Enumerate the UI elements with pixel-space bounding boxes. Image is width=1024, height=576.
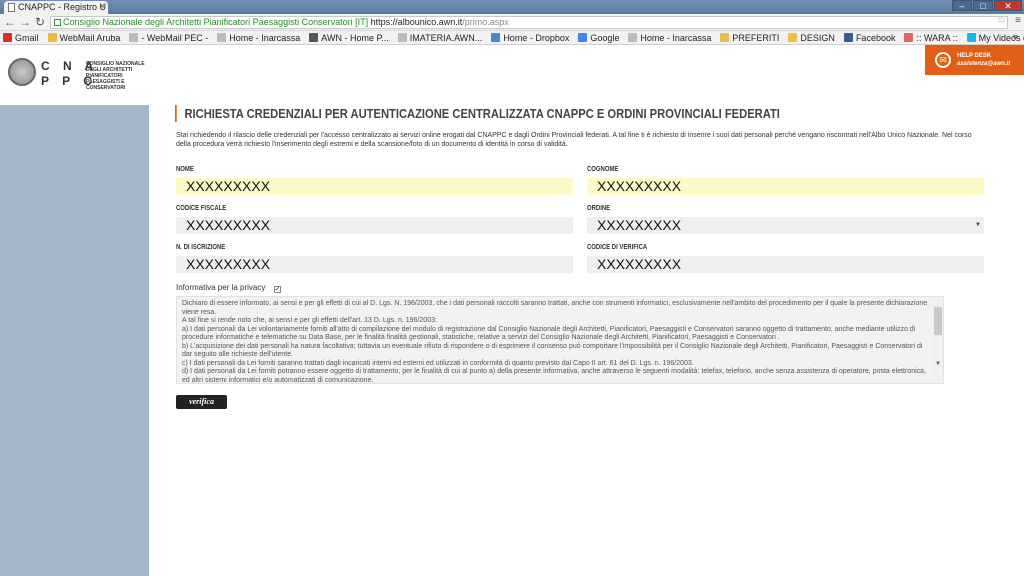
- bookmark-icon: [788, 33, 798, 42]
- bookmark-icon: [578, 33, 588, 42]
- bookmark-label: Home - Dropbox: [503, 32, 570, 43]
- bookmark-label: Google: [590, 32, 620, 43]
- scroll-down-icon[interactable]: ▼: [935, 361, 941, 367]
- bookmark-item[interactable]: AWN - Home P...: [309, 33, 389, 43]
- browser-tab[interactable]: CNAPPC - Registro U ×: [4, 1, 108, 14]
- nome-field[interactable]: XXXXXXXXX: [176, 178, 573, 195]
- bookmarks-bar: Gmail WebMail Aruba - WebMail PEC - Home - …: [0, 31, 1024, 45]
- bookmark-item[interactable]: Home - Inarcassa: [217, 33, 300, 43]
- privacy-paragraph: d) I dati personali da Lei forniti potra…: [182, 368, 926, 384]
- bookmark-label: Home - Inarcassa: [640, 32, 712, 43]
- cognome-label: COGNOME: [587, 166, 619, 173]
- url-host: https://albounico.awn.it: [370, 17, 463, 27]
- back-icon[interactable]: ←: [3, 15, 17, 29]
- browser-titlebar: CNAPPC - Registro U × – □ ✕: [0, 0, 1024, 14]
- bookmark-icon: [3, 33, 12, 42]
- bookmark-label: Gmail: [15, 32, 39, 43]
- bookmark-label: AWN - Home P...: [321, 32, 389, 43]
- browser-menu-icon[interactable]: ≡: [1015, 15, 1021, 26]
- codice-fiscale-field[interactable]: XXXXXXXXX: [176, 217, 573, 234]
- maximize-icon[interactable]: □: [973, 0, 993, 11]
- privacy-row: Informativa per la privacy ✓: [176, 283, 281, 293]
- bookmark-star-icon[interactable]: ☆: [997, 15, 1006, 26]
- scrollbar[interactable]: ▼: [933, 297, 943, 383]
- tab-close-icon[interactable]: ×: [100, 1, 105, 11]
- bookmark-icon: [628, 33, 638, 42]
- codice-verifica-field[interactable]: XXXXXXXXX: [587, 256, 984, 273]
- bookmark-icon: [720, 33, 730, 42]
- seal-icon: [8, 58, 36, 86]
- nome-label: NOME: [176, 166, 194, 173]
- verifica-button[interactable]: verifica: [176, 395, 227, 409]
- codice-fiscale-label: CODICE FISCALE: [176, 205, 227, 212]
- logo[interactable]: C N A P P C CONSIGLIO NAZIONALE DEGLI AR…: [0, 45, 149, 105]
- bookmark-icon: [904, 33, 914, 42]
- bookmark-icon: [309, 33, 319, 42]
- scrollbar-thumb[interactable]: [934, 307, 942, 335]
- bookmark-item[interactable]: DESIGN: [788, 33, 835, 43]
- bookmark-icon: [47, 33, 57, 42]
- bookmark-label: WebMail Aruba: [59, 32, 121, 43]
- bookmark-item[interactable]: IMATERIA.AWN...: [397, 32, 483, 43]
- bookmark-label: DESIGN: [800, 32, 835, 43]
- privacy-paragraph: A tal fine si rende noto che, ai sensi e…: [182, 317, 437, 324]
- window-close-icon[interactable]: ✕: [994, 0, 1022, 11]
- page-icon: [8, 3, 15, 12]
- bookmark-label: - WebMail PEC -: [141, 32, 209, 43]
- tab-title: CNAPPC - Registro U: [18, 2, 107, 12]
- bookmark-item[interactable]: Facebook: [843, 32, 896, 43]
- site-identity: Consiglio Nazionale degli Architetti Pia…: [63, 17, 369, 27]
- bookmark-icon: [491, 33, 501, 42]
- bookmark-item[interactable]: PREFERITI: [720, 33, 779, 43]
- bookmarks-more-icon[interactable]: »: [1013, 31, 1018, 41]
- privacy-textarea[interactable]: Dichiaro di essere informato, ai sensi e…: [176, 296, 944, 384]
- bookmark-icon: [217, 33, 227, 42]
- bookmark-item[interactable]: Gmail: [3, 33, 39, 43]
- sidebar: C N A P P C CONSIGLIO NAZIONALE DEGLI AR…: [0, 45, 149, 576]
- main-content: RICHIESTA CREDENZIALI PER AUTENTICAZIONE…: [149, 45, 1024, 576]
- minimize-icon[interactable]: –: [952, 0, 972, 11]
- window-controls: – □ ✕: [952, 0, 1022, 12]
- bookmark-icon: [966, 33, 976, 42]
- reload-icon[interactable]: ↻: [33, 15, 47, 29]
- bookmark-item[interactable]: - WebMail PEC -: [129, 33, 208, 43]
- ordine-label: ORDINE: [587, 205, 611, 212]
- privacy-paragraph: Dichiaro di essere informato, ai sensi e…: [182, 300, 928, 316]
- bookmark-label: :: WARA ::: [916, 32, 958, 43]
- bookmark-item[interactable]: WebMail Aruba: [47, 32, 121, 43]
- privacy-paragraph: a) I dati personali da Lei volontariamen…: [182, 325, 916, 342]
- iscrizione-label: N. DI ISCRIZIONE: [176, 244, 226, 251]
- codice-verifica-label: CODICE DI VERIFICA: [587, 244, 648, 251]
- bookmark-label: IMATERIA.AWN...: [409, 32, 483, 43]
- privacy-paragraph: c) I dati personali da Lei forniti saran…: [182, 359, 694, 367]
- ordine-select[interactable]: XXXXXXXXX ▼: [587, 217, 984, 234]
- iscrizione-field[interactable]: XXXXXXXXX: [176, 256, 573, 273]
- privacy-text: Dichiaro di essere informato, ai sensi e…: [182, 300, 930, 384]
- privacy-checkbox[interactable]: ✓: [273, 286, 281, 293]
- forward-icon[interactable]: →: [18, 15, 32, 29]
- page-title: RICHIESTA CREDENZIALI PER AUTENTICAZIONE…: [175, 105, 780, 122]
- bookmark-label: Facebook: [855, 32, 896, 43]
- browser-toolbar: ← → ↻ Consiglio Nazionale degli Architet…: [0, 14, 1024, 31]
- bookmark-item[interactable]: Home - Inarcassa: [628, 33, 711, 43]
- bookmark-label: Home - Inarcassa: [229, 32, 301, 43]
- bookmark-item[interactable]: Google: [578, 33, 619, 43]
- bookmark-item[interactable]: :: WARA ::: [904, 32, 958, 43]
- address-bar[interactable]: Consiglio Nazionale degli Architetti Pia…: [50, 16, 1008, 29]
- ordine-value: XXXXXXXXX: [597, 217, 682, 233]
- bookmark-icon: [843, 33, 853, 42]
- bookmark-label: PREFERITI: [732, 32, 780, 43]
- logo-description: CONSIGLIO NAZIONALE DEGLI ARCHITETTI PIA…: [86, 61, 145, 91]
- bookmark-item[interactable]: Home - Dropbox: [491, 33, 569, 43]
- privacy-label: Informativa per la privacy: [176, 283, 266, 292]
- url-path: /primo.aspx: [462, 17, 509, 27]
- cognome-field[interactable]: XXXXXXXXX: [587, 178, 984, 195]
- bookmark-icon: [129, 33, 139, 42]
- bookmark-icon: [397, 33, 407, 42]
- dropdown-arrow-icon[interactable]: ▼: [975, 217, 981, 234]
- privacy-paragraph: b) L'acquisizione dei dati personali ha …: [182, 342, 923, 359]
- page-intro: Stai richiedendo il rilascio delle crede…: [176, 132, 972, 148]
- lock-icon: [54, 19, 61, 26]
